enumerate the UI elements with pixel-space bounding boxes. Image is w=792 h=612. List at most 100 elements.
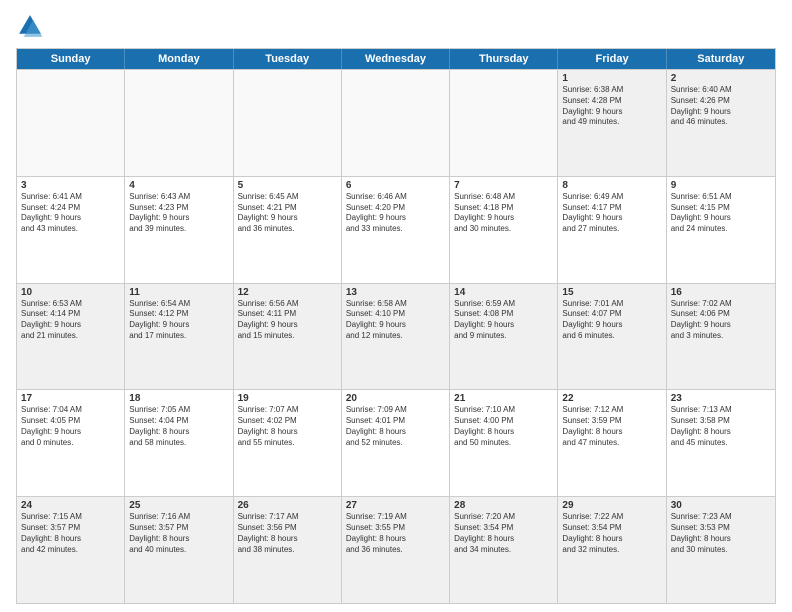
day-number: 26 <box>238 500 337 511</box>
page: SundayMondayTuesdayWednesdayThursdayFrid… <box>0 0 792 612</box>
calendar-row-2: 10Sunrise: 6:53 AMSunset: 4:14 PMDayligh… <box>17 283 775 390</box>
day-number: 21 <box>454 393 553 404</box>
day-number: 20 <box>346 393 445 404</box>
day-number: 22 <box>562 393 661 404</box>
calendar-row-1: 3Sunrise: 6:41 AMSunset: 4:24 PMDaylight… <box>17 176 775 283</box>
day-cell-2: 2Sunrise: 6:40 AMSunset: 4:26 PMDaylight… <box>667 70 775 176</box>
day-cell-13: 13Sunrise: 6:58 AMSunset: 4:10 PMDayligh… <box>342 284 450 390</box>
empty-cell <box>450 70 558 176</box>
day-cell-30: 30Sunrise: 7:23 AMSunset: 3:53 PMDayligh… <box>667 497 775 603</box>
calendar-row-3: 17Sunrise: 7:04 AMSunset: 4:05 PMDayligh… <box>17 389 775 496</box>
day-cell-21: 21Sunrise: 7:10 AMSunset: 4:00 PMDayligh… <box>450 390 558 496</box>
day-number: 6 <box>346 180 445 191</box>
day-number: 27 <box>346 500 445 511</box>
day-info: Sunrise: 7:10 AMSunset: 4:00 PMDaylight:… <box>454 405 553 448</box>
day-cell-25: 25Sunrise: 7:16 AMSunset: 3:57 PMDayligh… <box>125 497 233 603</box>
day-cell-12: 12Sunrise: 6:56 AMSunset: 4:11 PMDayligh… <box>234 284 342 390</box>
day-number: 11 <box>129 287 228 298</box>
day-number: 10 <box>21 287 120 298</box>
day-info: Sunrise: 7:09 AMSunset: 4:01 PMDaylight:… <box>346 405 445 448</box>
day-cell-8: 8Sunrise: 6:49 AMSunset: 4:17 PMDaylight… <box>558 177 666 283</box>
day-number: 3 <box>21 180 120 191</box>
logo-icon <box>16 12 44 40</box>
day-info: Sunrise: 6:45 AMSunset: 4:21 PMDaylight:… <box>238 192 337 235</box>
day-number: 13 <box>346 287 445 298</box>
day-number: 7 <box>454 180 553 191</box>
day-cell-3: 3Sunrise: 6:41 AMSunset: 4:24 PMDaylight… <box>17 177 125 283</box>
day-info: Sunrise: 7:02 AMSunset: 4:06 PMDaylight:… <box>671 299 771 342</box>
empty-cell <box>342 70 450 176</box>
day-number: 8 <box>562 180 661 191</box>
calendar: SundayMondayTuesdayWednesdayThursdayFrid… <box>16 48 776 604</box>
day-number: 1 <box>562 73 661 84</box>
weekday-header-tuesday: Tuesday <box>234 49 342 69</box>
calendar-header-row: SundayMondayTuesdayWednesdayThursdayFrid… <box>17 49 775 69</box>
weekday-header-sunday: Sunday <box>17 49 125 69</box>
day-number: 18 <box>129 393 228 404</box>
day-info: Sunrise: 6:53 AMSunset: 4:14 PMDaylight:… <box>21 299 120 342</box>
day-info: Sunrise: 6:51 AMSunset: 4:15 PMDaylight:… <box>671 192 771 235</box>
day-cell-1: 1Sunrise: 6:38 AMSunset: 4:28 PMDaylight… <box>558 70 666 176</box>
day-number: 19 <box>238 393 337 404</box>
day-info: Sunrise: 6:43 AMSunset: 4:23 PMDaylight:… <box>129 192 228 235</box>
day-cell-6: 6Sunrise: 6:46 AMSunset: 4:20 PMDaylight… <box>342 177 450 283</box>
day-cell-15: 15Sunrise: 7:01 AMSunset: 4:07 PMDayligh… <box>558 284 666 390</box>
day-info: Sunrise: 7:19 AMSunset: 3:55 PMDaylight:… <box>346 512 445 555</box>
day-info: Sunrise: 6:56 AMSunset: 4:11 PMDaylight:… <box>238 299 337 342</box>
day-info: Sunrise: 6:40 AMSunset: 4:26 PMDaylight:… <box>671 85 771 128</box>
calendar-row-0: 1Sunrise: 6:38 AMSunset: 4:28 PMDaylight… <box>17 69 775 176</box>
day-number: 30 <box>671 500 771 511</box>
day-info: Sunrise: 7:07 AMSunset: 4:02 PMDaylight:… <box>238 405 337 448</box>
day-cell-29: 29Sunrise: 7:22 AMSunset: 3:54 PMDayligh… <box>558 497 666 603</box>
day-cell-17: 17Sunrise: 7:04 AMSunset: 4:05 PMDayligh… <box>17 390 125 496</box>
day-cell-24: 24Sunrise: 7:15 AMSunset: 3:57 PMDayligh… <box>17 497 125 603</box>
empty-cell <box>234 70 342 176</box>
day-cell-10: 10Sunrise: 6:53 AMSunset: 4:14 PMDayligh… <box>17 284 125 390</box>
weekday-header-wednesday: Wednesday <box>342 49 450 69</box>
day-cell-28: 28Sunrise: 7:20 AMSunset: 3:54 PMDayligh… <box>450 497 558 603</box>
header <box>16 12 776 40</box>
day-info: Sunrise: 6:58 AMSunset: 4:10 PMDaylight:… <box>346 299 445 342</box>
day-info: Sunrise: 7:23 AMSunset: 3:53 PMDaylight:… <box>671 512 771 555</box>
weekday-header-monday: Monday <box>125 49 233 69</box>
day-number: 23 <box>671 393 771 404</box>
day-info: Sunrise: 7:12 AMSunset: 3:59 PMDaylight:… <box>562 405 661 448</box>
calendar-body: 1Sunrise: 6:38 AMSunset: 4:28 PMDaylight… <box>17 69 775 603</box>
day-info: Sunrise: 7:01 AMSunset: 4:07 PMDaylight:… <box>562 299 661 342</box>
day-number: 29 <box>562 500 661 511</box>
day-number: 14 <box>454 287 553 298</box>
day-info: Sunrise: 6:59 AMSunset: 4:08 PMDaylight:… <box>454 299 553 342</box>
day-number: 4 <box>129 180 228 191</box>
day-info: Sunrise: 7:13 AMSunset: 3:58 PMDaylight:… <box>671 405 771 448</box>
day-number: 12 <box>238 287 337 298</box>
day-number: 9 <box>671 180 771 191</box>
day-info: Sunrise: 6:41 AMSunset: 4:24 PMDaylight:… <box>21 192 120 235</box>
day-info: Sunrise: 7:16 AMSunset: 3:57 PMDaylight:… <box>129 512 228 555</box>
day-number: 24 <box>21 500 120 511</box>
day-cell-27: 27Sunrise: 7:19 AMSunset: 3:55 PMDayligh… <box>342 497 450 603</box>
day-info: Sunrise: 7:15 AMSunset: 3:57 PMDaylight:… <box>21 512 120 555</box>
empty-cell <box>17 70 125 176</box>
day-number: 15 <box>562 287 661 298</box>
day-cell-5: 5Sunrise: 6:45 AMSunset: 4:21 PMDaylight… <box>234 177 342 283</box>
day-number: 28 <box>454 500 553 511</box>
logo <box>16 12 48 40</box>
day-number: 16 <box>671 287 771 298</box>
day-cell-7: 7Sunrise: 6:48 AMSunset: 4:18 PMDaylight… <box>450 177 558 283</box>
day-number: 25 <box>129 500 228 511</box>
day-info: Sunrise: 7:05 AMSunset: 4:04 PMDaylight:… <box>129 405 228 448</box>
day-info: Sunrise: 6:46 AMSunset: 4:20 PMDaylight:… <box>346 192 445 235</box>
day-number: 2 <box>671 73 771 84</box>
day-cell-4: 4Sunrise: 6:43 AMSunset: 4:23 PMDaylight… <box>125 177 233 283</box>
day-info: Sunrise: 6:54 AMSunset: 4:12 PMDaylight:… <box>129 299 228 342</box>
day-cell-16: 16Sunrise: 7:02 AMSunset: 4:06 PMDayligh… <box>667 284 775 390</box>
day-cell-26: 26Sunrise: 7:17 AMSunset: 3:56 PMDayligh… <box>234 497 342 603</box>
empty-cell <box>125 70 233 176</box>
day-cell-20: 20Sunrise: 7:09 AMSunset: 4:01 PMDayligh… <box>342 390 450 496</box>
day-cell-9: 9Sunrise: 6:51 AMSunset: 4:15 PMDaylight… <box>667 177 775 283</box>
weekday-header-friday: Friday <box>558 49 666 69</box>
weekday-header-thursday: Thursday <box>450 49 558 69</box>
day-cell-22: 22Sunrise: 7:12 AMSunset: 3:59 PMDayligh… <box>558 390 666 496</box>
day-info: Sunrise: 7:22 AMSunset: 3:54 PMDaylight:… <box>562 512 661 555</box>
day-info: Sunrise: 6:48 AMSunset: 4:18 PMDaylight:… <box>454 192 553 235</box>
